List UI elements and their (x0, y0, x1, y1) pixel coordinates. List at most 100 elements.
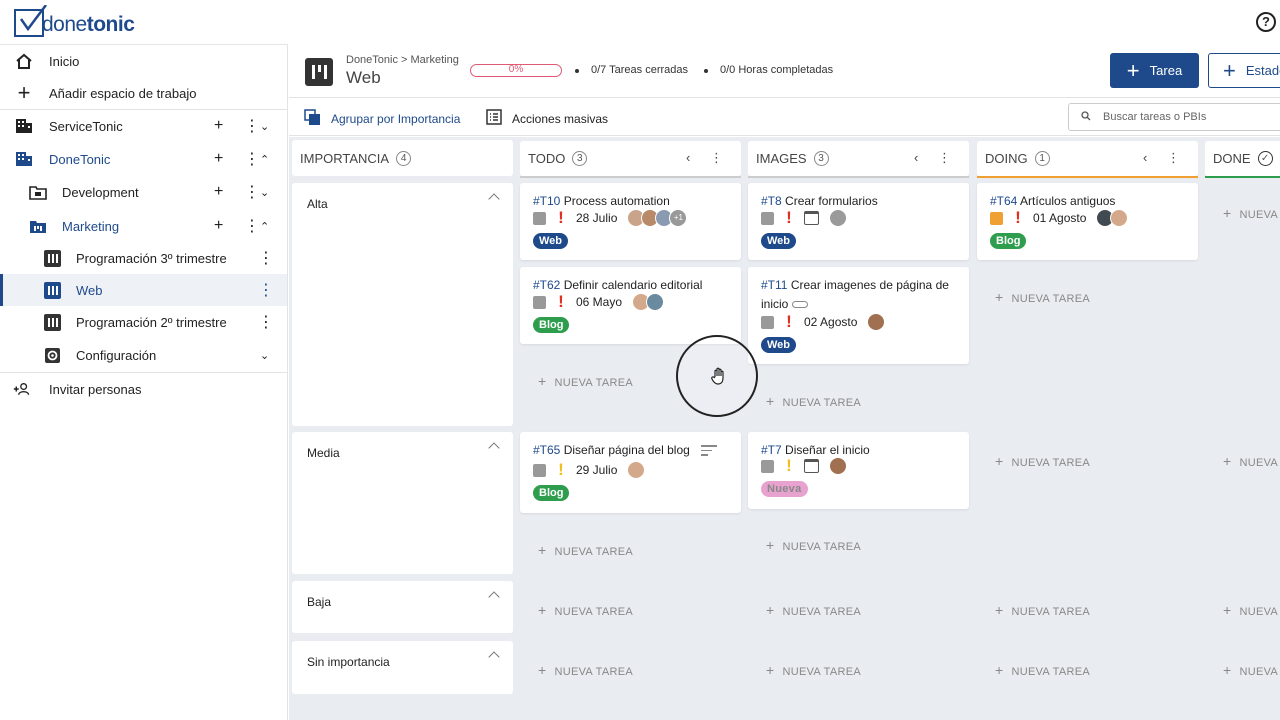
new-task-button[interactable]: +NUEVA TAREA (766, 662, 861, 678)
chevron-down-icon[interactable]: ⌄ (260, 349, 269, 362)
logo-check-icon (14, 5, 47, 37)
column-header-todo[interactable]: TODO 3 ‹ ⋮ (520, 141, 741, 178)
new-status-button[interactable]: + Estado (1208, 53, 1280, 88)
lane-sin-importancia[interactable]: Sin importancia (292, 641, 513, 694)
column-header-images[interactable]: IMAGES 3 ‹ ⋮ (748, 141, 969, 178)
new-task-button[interactable]: +NUEVA TAREA (1223, 453, 1280, 469)
column-controls[interactable]: ‹ ⋮ (914, 150, 959, 166)
sidebar-item-label: Development (62, 184, 139, 200)
task-card[interactable]: #T10 Process automation ! 28 Julio +1 We… (520, 183, 741, 260)
chevron-up-icon[interactable]: ⌃ (260, 220, 269, 233)
add-icon[interactable]: + (214, 217, 223, 235)
new-task-button[interactable]: +NUEVA TAREA (1223, 602, 1280, 618)
status-square (533, 463, 546, 477)
sidebar-item-programacion-3[interactable]: Programación 3º trimestre ⋮ (0, 242, 287, 274)
chevron-up-icon[interactable] (488, 193, 500, 205)
new-task-button[interactable]: +NUEVA TAREA (1223, 662, 1280, 678)
more-icon[interactable]: ⋮ (258, 248, 274, 268)
calendar-icon[interactable] (804, 459, 819, 473)
new-task-button[interactable]: +NUEVA TAREA (766, 393, 861, 409)
tag-badge: Blog (990, 233, 1027, 249)
chevron-up-icon[interactable] (488, 651, 500, 663)
lane-title: Sin importancia (307, 655, 390, 669)
column-count: 3 (813, 151, 829, 166)
sidebar-item-programacion-2[interactable]: Programación 2º trimestre ⋮ (0, 306, 287, 338)
column-controls[interactable]: ‹ ⋮ (686, 150, 731, 166)
due-date: 28 Julio (576, 211, 618, 225)
task-card[interactable]: #T64 Artículos antiguos ! 01 Agosto Blog (977, 183, 1198, 260)
add-icon[interactable]: + (214, 150, 223, 168)
search-placeholder: Buscar tareas o PBIs (1103, 111, 1207, 123)
sidebar-item-configuracion[interactable]: Configuración ⌄ (0, 339, 287, 371)
assignees[interactable] (829, 457, 847, 475)
more-icon[interactable]: ⋮ (258, 280, 274, 300)
bulk-actions-button[interactable]: Acciones masivas (486, 109, 608, 128)
sidebar-item-donetonic[interactable]: DoneTonic + ⋮ ⌃ (0, 143, 287, 175)
more-icon[interactable]: ⋮ (244, 182, 260, 202)
sidebar-item-servicetonic[interactable]: ServiceTonic + ⋮ ⌄ (0, 110, 287, 142)
task-meta: ! 28 Julio +1 (533, 209, 688, 227)
assignees[interactable]: +1 (627, 209, 688, 227)
kanban-board: IMPORTANCIA 4 TODO 3 ‹ ⋮ IMAGES 3 ‹ ⋮ DO… (289, 137, 1280, 720)
new-task-button[interactable]: +NUEVA TAREA (766, 602, 861, 618)
sidebar-item-label: Marketing (62, 218, 120, 234)
sidebar-item-label: Programación 3º trimestre (76, 250, 227, 266)
new-task-button[interactable]: + Tarea (1110, 53, 1199, 88)
column-color-bar (520, 176, 741, 178)
search-input[interactable]: Buscar tareas o PBIs (1068, 103, 1280, 131)
more-icon[interactable]: ⋮ (244, 149, 260, 169)
chevron-down-icon[interactable]: ⌄ (260, 186, 269, 199)
more-icon[interactable]: ⋮ (244, 116, 260, 136)
sidebar-item-development[interactable]: Development + ⋮ ⌄ (0, 176, 287, 208)
task-card[interactable]: #T7 Diseñar el inicio ! Nueva (748, 432, 969, 509)
assignees[interactable] (829, 209, 847, 227)
assignees[interactable] (627, 461, 646, 479)
task-card[interactable]: #T8 Crear formularios ! Web (748, 183, 969, 260)
new-task-button[interactable]: +NUEVA TAREA (995, 289, 1090, 305)
sidebar-item-add-workspace[interactable]: + Añadir espacio de trabajo (0, 77, 287, 109)
sidebar-item-inicio[interactable]: Inicio (0, 45, 287, 77)
column-header-done[interactable]: DONE ✓ (1205, 141, 1280, 178)
task-card[interactable]: #T11 Crear imagenes de página de inicio … (748, 267, 969, 364)
new-task-button[interactable]: +NUEVA TAREA (766, 537, 861, 553)
chevron-down-icon[interactable]: ⌄ (260, 120, 269, 133)
task-card[interactable]: #T62 Definir calendario editorial ! 06 M… (520, 267, 741, 344)
chevron-up-icon[interactable] (488, 442, 500, 454)
priority-high-icon: ! (558, 292, 564, 311)
donetonic-logo[interactable]: donetonic (14, 5, 135, 37)
add-icon[interactable]: + (214, 183, 223, 201)
new-task-button[interactable]: +NUEVA TAREA (538, 373, 633, 389)
sidebar-item-invitar[interactable]: Invitar personas (0, 373, 287, 405)
project-kanban-icon (305, 58, 333, 86)
lane-alta[interactable]: Alta (292, 183, 513, 426)
chevron-up-icon[interactable]: ⌃ (260, 153, 269, 166)
sidebar-item-web[interactable]: Web ⋮ (0, 274, 287, 306)
new-task-button[interactable]: +NUEVA TAREA (995, 453, 1090, 469)
group-by-button[interactable]: Agrupar por Importancia (304, 109, 460, 129)
new-task-button[interactable]: +NUEVA TAREA (538, 542, 633, 558)
new-task-button[interactable]: +NUEVA TAREA (995, 662, 1090, 678)
assignees[interactable] (867, 313, 886, 331)
help-icon[interactable]: ? (1256, 12, 1276, 32)
column-header-doing[interactable]: DOING 1 ‹ ⋮ (977, 141, 1198, 178)
chevron-up-icon[interactable] (488, 591, 500, 603)
new-task-button[interactable]: +NUEVA TAREA (538, 662, 633, 678)
column-color-bar (1205, 176, 1280, 178)
assignees[interactable] (632, 293, 665, 311)
column-controls[interactable]: ‹ ⋮ (1143, 150, 1188, 166)
sidebar-item-marketing[interactable]: Marketing + ⋮ ⌃ (0, 210, 287, 242)
lane-baja[interactable]: Baja (292, 581, 513, 633)
new-task-button[interactable]: +NUEVA TAREA (538, 602, 633, 618)
new-task-button[interactable]: +NUEVA TAREA (1223, 205, 1280, 221)
assignees[interactable] (1096, 209, 1129, 227)
add-icon[interactable]: + (214, 117, 223, 135)
plus-icon: + (1223, 57, 1236, 83)
new-task-button[interactable]: +NUEVA TAREA (995, 602, 1090, 618)
calendar-icon[interactable] (804, 211, 819, 225)
lane-media[interactable]: Media (292, 432, 513, 574)
breadcrumb[interactable]: DoneTonic > Marketing (346, 54, 459, 66)
task-card[interactable]: #T65 Diseñar página del blog ! 29 Julio … (520, 432, 741, 513)
more-icon[interactable]: ⋮ (244, 216, 260, 236)
sidebar-item-label: Web (76, 282, 103, 298)
more-icon[interactable]: ⋮ (258, 312, 274, 332)
